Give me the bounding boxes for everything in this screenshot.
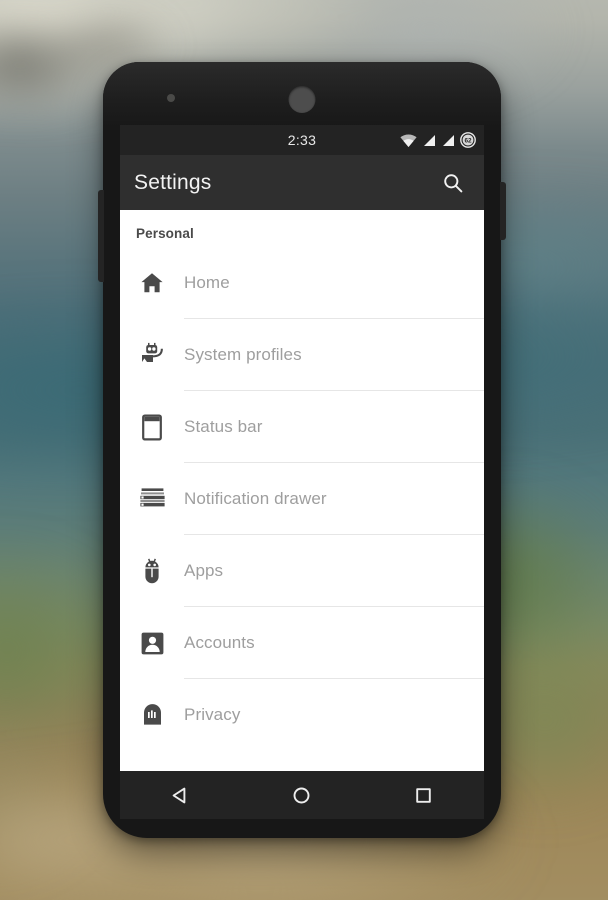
list-item-label: System profiles — [184, 345, 302, 364]
proximity-sensor-icon — [167, 94, 175, 102]
search-button[interactable] — [436, 166, 470, 200]
wifi-icon — [400, 133, 417, 147]
navigation-bar — [120, 771, 484, 819]
phone-device: 2:33 62 Settings Personal Home System pr… — [98, 62, 506, 838]
home-button[interactable] — [276, 771, 328, 819]
recents-square-icon — [416, 787, 431, 803]
list-item-system-profiles[interactable]: System profiles — [120, 319, 484, 391]
page-title: Settings — [134, 170, 212, 194]
battery-icon: 62 — [460, 132, 476, 148]
list-item-status-bar[interactable]: Status bar — [120, 391, 484, 463]
back-button[interactable] — [155, 771, 207, 819]
list-item-label: Home — [184, 273, 230, 292]
phone-side-button-right[interactable] — [500, 182, 506, 240]
settings-list[interactable]: Personal Home System profiles Status bar… — [120, 210, 484, 771]
list-item-label: Privacy — [184, 705, 241, 724]
android-apps-icon — [120, 558, 184, 585]
list-item-home[interactable]: Home — [120, 247, 484, 319]
account-person-icon — [120, 631, 184, 656]
app-bar: Settings — [120, 155, 484, 210]
list-item-notification-drawer[interactable]: Notification drawer — [120, 463, 484, 535]
list-item-label: Notification drawer — [184, 489, 327, 508]
signal-icon-2 — [443, 134, 454, 146]
home-circle-icon — [294, 787, 310, 803]
list-item-label: Status bar — [184, 417, 263, 436]
signal-icon-1 — [424, 134, 435, 146]
status-bar: 2:33 62 — [120, 125, 484, 155]
list-item-privacy[interactable]: Privacy — [120, 679, 484, 751]
list-item-label: Apps — [184, 561, 224, 580]
status-bar-icon — [120, 414, 184, 441]
search-icon — [444, 173, 463, 192]
earpiece-speaker-icon — [288, 86, 316, 113]
list-item-apps[interactable]: Apps — [120, 535, 484, 607]
back-triangle-icon — [172, 787, 186, 803]
status-bar-icons: 62 — [400, 132, 476, 148]
phone-screen: 2:33 62 Settings Personal Home System pr… — [120, 125, 484, 771]
svg-text:62: 62 — [464, 137, 472, 144]
list-item-label: Accounts — [184, 633, 255, 652]
cyanogenmod-cid-icon — [120, 342, 184, 369]
phone-side-button-left[interactable] — [98, 190, 104, 282]
list-item-accounts[interactable]: Accounts — [120, 607, 484, 679]
section-header-personal: Personal — [136, 226, 194, 241]
home-icon — [120, 270, 184, 296]
privacy-icon — [120, 703, 184, 728]
recents-button[interactable] — [397, 771, 449, 819]
notification-drawer-icon — [120, 487, 184, 511]
